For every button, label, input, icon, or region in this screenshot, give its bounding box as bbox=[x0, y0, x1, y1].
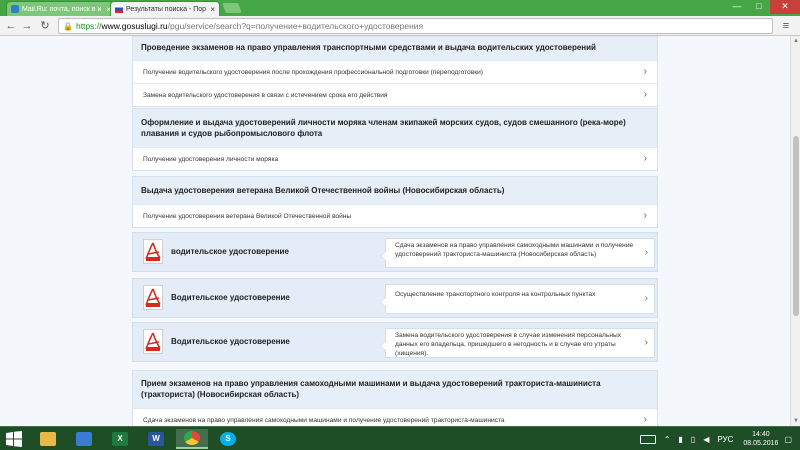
word-icon: W bbox=[148, 432, 164, 446]
document-title: Водительское удостоверение bbox=[171, 293, 290, 302]
service-list-item[interactable]: Получение удостоверения личности моряка … bbox=[133, 147, 657, 170]
service-group: Оформление и выдача удостоверений личнос… bbox=[132, 108, 658, 171]
address-bar[interactable]: 🔒 https://www.gosuslugi.ru/pgu/service/s… bbox=[58, 18, 773, 34]
skype-icon: S bbox=[220, 432, 236, 446]
chevron-right-icon: › bbox=[643, 66, 647, 77]
pdf-document-icon bbox=[143, 239, 163, 264]
reload-icon[interactable]: ↻ bbox=[38, 19, 52, 33]
tab-gosuslugi[interactable]: Результаты поиска - Пор × bbox=[110, 1, 220, 16]
back-icon[interactable]: ← bbox=[4, 19, 18, 33]
service-group: Прием экзаменов на право управления само… bbox=[132, 370, 658, 426]
chevron-right-icon: › bbox=[644, 247, 648, 258]
url-host: www.gosuslugi.ru bbox=[101, 21, 168, 31]
taskbar-app-computer[interactable] bbox=[68, 429, 100, 449]
service-item-label: Замена водительского удостоверения в свя… bbox=[143, 91, 388, 99]
mailru-favicon-icon bbox=[11, 5, 19, 13]
tab-strip: Mail.Ru: почта, поиск в и × Результаты п… bbox=[0, 0, 800, 16]
service-item-label: Получение удостоверения личности моряка bbox=[143, 155, 279, 163]
document-description-text: Замена водительского удостоверения в слу… bbox=[395, 332, 622, 357]
page-scrollbar[interactable]: ▲ ▼ bbox=[790, 36, 800, 426]
minimize-icon[interactable]: — bbox=[726, 0, 748, 14]
service-item-label: Получение водительского удостоверения по… bbox=[143, 68, 483, 76]
forward-icon[interactable]: → bbox=[20, 19, 34, 33]
taskbar-app-chrome[interactable] bbox=[176, 429, 208, 449]
network-icon[interactable]: ▮ bbox=[678, 435, 682, 444]
windows-start-icon[interactable] bbox=[6, 431, 22, 447]
notifications-icon[interactable]: ▢ bbox=[784, 435, 792, 444]
tab-mailru[interactable]: Mail.Ru: почта, поиск в и × bbox=[6, 1, 116, 16]
browser-window-frame: Mail.Ru: почта, поиск в и × Результаты п… bbox=[0, 0, 800, 36]
chevron-right-icon: › bbox=[643, 210, 647, 221]
russian-flag-favicon-icon bbox=[115, 5, 123, 13]
pdf-document-icon bbox=[143, 285, 163, 310]
chrome-icon bbox=[184, 431, 200, 445]
page-viewport: Проведение экзаменов на право управления… bbox=[0, 36, 790, 426]
chevron-up-icon[interactable]: ⌃ bbox=[664, 435, 671, 444]
excel-icon: X bbox=[112, 432, 128, 446]
clock-time: 14:40 bbox=[752, 431, 770, 438]
document-description-text: Осуществление транспортного контроля на … bbox=[395, 291, 596, 298]
computer-icon bbox=[76, 432, 92, 446]
scrollbar-thumb[interactable] bbox=[793, 136, 799, 316]
document-description-text: Сдача экзаменов на право управления само… bbox=[395, 242, 634, 258]
document-card[interactable]: водительское удостоверение Сдача экзамен… bbox=[132, 232, 658, 272]
url-path: /pgu/service/search?q=получение+водитель… bbox=[167, 21, 424, 31]
scroll-down-icon[interactable]: ▼ bbox=[791, 416, 800, 426]
service-group-title[interactable]: Проведение экзаменов на право управления… bbox=[133, 37, 657, 60]
system-tray: ⌃ ▮ ▯ ◀ РУС 14:40 08.05.2016 ▢ bbox=[639, 427, 796, 450]
document-description[interactable]: Осуществление транспортного контроля на … bbox=[380, 284, 655, 314]
document-card[interactable]: Водительское удостоверение Осуществление… bbox=[132, 278, 658, 318]
language-indicator[interactable]: РУС bbox=[717, 435, 733, 444]
service-item-label: Получение удостоверения ветерана Великой… bbox=[143, 212, 352, 220]
tab-title: Результаты поиска - Пор bbox=[126, 5, 207, 13]
taskbar-app-file-explorer[interactable] bbox=[32, 429, 64, 449]
windows-taskbar: X W S ⌃ ▮ ▯ ◀ РУС 14:40 08.05.2016 ▢ bbox=[0, 426, 800, 450]
window-controls: — □ ✕ bbox=[726, 0, 800, 14]
tab-title: Mail.Ru: почта, поиск в и bbox=[22, 5, 102, 13]
service-group-title[interactable]: Оформление и выдача удостоверений личнос… bbox=[133, 109, 657, 147]
new-tab-button[interactable] bbox=[222, 3, 242, 13]
service-list-item[interactable]: Получение водительского удостоверения по… bbox=[133, 60, 657, 83]
clock-date: 08.05.2016 bbox=[743, 440, 779, 447]
service-list-item[interactable]: Получение удостоверения ветерана Великой… bbox=[133, 204, 657, 227]
service-group-title[interactable]: Выдача удостоверения ветерана Великой От… bbox=[133, 177, 657, 204]
tab-close-icon[interactable]: × bbox=[210, 5, 215, 14]
close-window-icon[interactable]: ✕ bbox=[770, 0, 800, 14]
url-scheme: https:// bbox=[75, 21, 102, 31]
service-item-label: Сдача экзаменов на право управления само… bbox=[143, 416, 505, 424]
document-title: Водительское удостоверение bbox=[171, 337, 290, 346]
lock-icon: 🔒 bbox=[63, 21, 73, 31]
service-list-item[interactable]: Замена водительского удостоверения в свя… bbox=[133, 83, 657, 106]
document-description[interactable]: Замена водительского удостоверения в слу… bbox=[380, 328, 655, 358]
taskbar-app-excel[interactable]: X bbox=[104, 429, 136, 449]
taskbar-app-skype[interactable]: S bbox=[212, 429, 244, 449]
chevron-right-icon: › bbox=[643, 153, 647, 164]
service-group: Выдача удостоверения ветерана Великой От… bbox=[132, 176, 658, 228]
service-group: Проведение экзаменов на право управления… bbox=[132, 36, 658, 107]
browser-menu-icon[interactable]: ≡ bbox=[780, 19, 792, 33]
service-group-title[interactable]: Прием экзаменов на право управления само… bbox=[133, 371, 657, 408]
chevron-right-icon: › bbox=[643, 89, 647, 100]
folder-icon bbox=[40, 432, 56, 446]
maximize-icon[interactable]: □ bbox=[748, 0, 770, 14]
pdf-document-icon bbox=[143, 329, 163, 354]
clock[interactable]: 14:40 08.05.2016 bbox=[743, 430, 778, 448]
keyboard-icon[interactable] bbox=[639, 434, 656, 444]
document-card[interactable]: Водительское удостоверение Замена водите… bbox=[132, 322, 658, 362]
chevron-right-icon: › bbox=[644, 293, 648, 304]
browser-toolbar: ← → ↻ 🔒 https://www.gosuslugi.ru/pgu/ser… bbox=[0, 16, 800, 36]
clipboard-icon[interactable]: ▯ bbox=[691, 435, 695, 444]
document-description[interactable]: Сдача экзаменов на право управления само… bbox=[380, 238, 655, 268]
service-list-item[interactable]: Сдача экзаменов на право управления само… bbox=[133, 408, 657, 426]
scroll-up-icon[interactable]: ▲ bbox=[791, 36, 800, 46]
chevron-right-icon: › bbox=[644, 337, 648, 348]
chevron-right-icon: › bbox=[643, 414, 647, 425]
taskbar-app-word[interactable]: W bbox=[140, 429, 172, 449]
document-title: водительское удостоверение bbox=[171, 247, 289, 256]
volume-icon[interactable]: ◀ bbox=[703, 435, 709, 444]
